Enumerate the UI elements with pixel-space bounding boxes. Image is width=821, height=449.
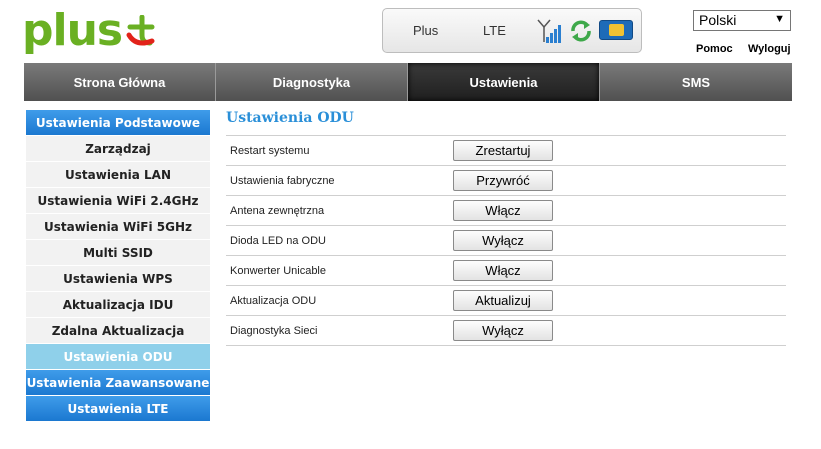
row-label: Konwerter Unicable bbox=[230, 264, 326, 277]
sync-icon bbox=[569, 19, 593, 48]
sidebar-item-wifi-5[interactable]: Ustawienia WiFi 5GHz bbox=[26, 214, 210, 240]
sidebar-item-basic-settings[interactable]: Ustawienia Podstawowe bbox=[26, 110, 210, 136]
sidebar-item-manage[interactable]: Zarządzaj bbox=[26, 136, 210, 162]
row-label: Antena zewnętrzna bbox=[230, 204, 325, 217]
plus-logo: plus bbox=[22, 6, 160, 56]
sidebar-item-advanced-settings[interactable]: Ustawienia Zaawansowane bbox=[26, 370, 210, 396]
settings-row-odu-led: Dioda LED na ODU Wyłącz bbox=[226, 226, 786, 256]
settings-row-factory: Ustawienia fabryczne Przywróć bbox=[226, 166, 786, 196]
signal-strength-icon bbox=[535, 18, 563, 51]
chevron-down-icon: ▼ bbox=[774, 13, 785, 25]
language-value: Polski bbox=[699, 12, 737, 28]
row-label: Dioda LED na ODU bbox=[230, 234, 326, 247]
settings-row-unicable: Konwerter Unicable Włącz bbox=[226, 256, 786, 286]
logo-text: plus bbox=[22, 5, 123, 56]
tab-home[interactable]: Strona Główna bbox=[24, 63, 216, 101]
settings-row-odu-update: Aktualizacja ODU Aktualizuj bbox=[226, 286, 786, 316]
logout-link[interactable]: Wyloguj bbox=[748, 43, 791, 55]
sidebar-item-lte-settings[interactable]: Ustawienia LTE bbox=[26, 396, 210, 422]
settings-row-external-antenna: Antena zewnętrzna Włącz bbox=[226, 196, 786, 226]
odu-settings-panel: Ustawienia ODU Restart systemu Zrestartu… bbox=[226, 108, 786, 346]
sim-card-icon bbox=[599, 20, 633, 40]
connection-status-panel: Plus LTE bbox=[382, 8, 642, 53]
sidebar-item-odu-settings[interactable]: Ustawienia ODU bbox=[26, 344, 210, 370]
carrier-name: Plus bbox=[413, 23, 439, 38]
plus-logo-icon bbox=[126, 14, 160, 54]
restart-button[interactable]: Zrestartuj bbox=[453, 140, 553, 161]
row-label: Ustawienia fabryczne bbox=[230, 174, 335, 187]
sidebar-item-wps[interactable]: Ustawienia WPS bbox=[26, 266, 210, 292]
sidebar-item-lan[interactable]: Ustawienia LAN bbox=[26, 162, 210, 188]
restore-button[interactable]: Przywróć bbox=[453, 170, 553, 191]
tab-settings[interactable]: Ustawienia bbox=[408, 63, 600, 101]
sidebar-item-remote-update[interactable]: Zdalna Aktualizacja bbox=[26, 318, 210, 344]
network-type: LTE bbox=[483, 23, 506, 38]
tab-sms[interactable]: SMS bbox=[600, 63, 792, 101]
settings-row-restart: Restart systemu Zrestartuj bbox=[226, 136, 786, 166]
row-label: Diagnostyka Sieci bbox=[230, 324, 318, 337]
settings-row-network-diagnostics: Diagnostyka Sieci Wyłącz bbox=[226, 316, 786, 346]
enable-unicable-button[interactable]: Włącz bbox=[453, 260, 553, 281]
row-label: Aktualizacja ODU bbox=[230, 294, 317, 307]
enable-antenna-button[interactable]: Włącz bbox=[453, 200, 553, 221]
main-navigation: Strona Główna Diagnostyka Ustawienia SMS bbox=[24, 63, 792, 101]
tab-diagnostics[interactable]: Diagnostyka bbox=[216, 63, 408, 101]
sidebar-item-idu-update[interactable]: Aktualizacja IDU bbox=[26, 292, 210, 318]
help-link[interactable]: Pomoc bbox=[696, 43, 733, 55]
update-odu-button[interactable]: Aktualizuj bbox=[453, 290, 553, 311]
row-label: Restart systemu bbox=[230, 144, 310, 157]
sidebar-item-multi-ssid[interactable]: Multi SSID bbox=[26, 240, 210, 266]
disable-led-button[interactable]: Wyłącz bbox=[453, 230, 553, 251]
sidebar-item-wifi-24[interactable]: Ustawienia WiFi 2.4GHz bbox=[26, 188, 210, 214]
settings-sidebar: Ustawienia Podstawowe Zarządzaj Ustawien… bbox=[26, 110, 210, 422]
page-title: Ustawienia ODU bbox=[226, 110, 354, 126]
settings-list: Restart systemu Zrestartuj Ustawienia fa… bbox=[226, 135, 786, 346]
language-select[interactable]: Polski ▼ bbox=[693, 10, 791, 31]
disable-diagnostics-button[interactable]: Wyłącz bbox=[453, 320, 553, 341]
